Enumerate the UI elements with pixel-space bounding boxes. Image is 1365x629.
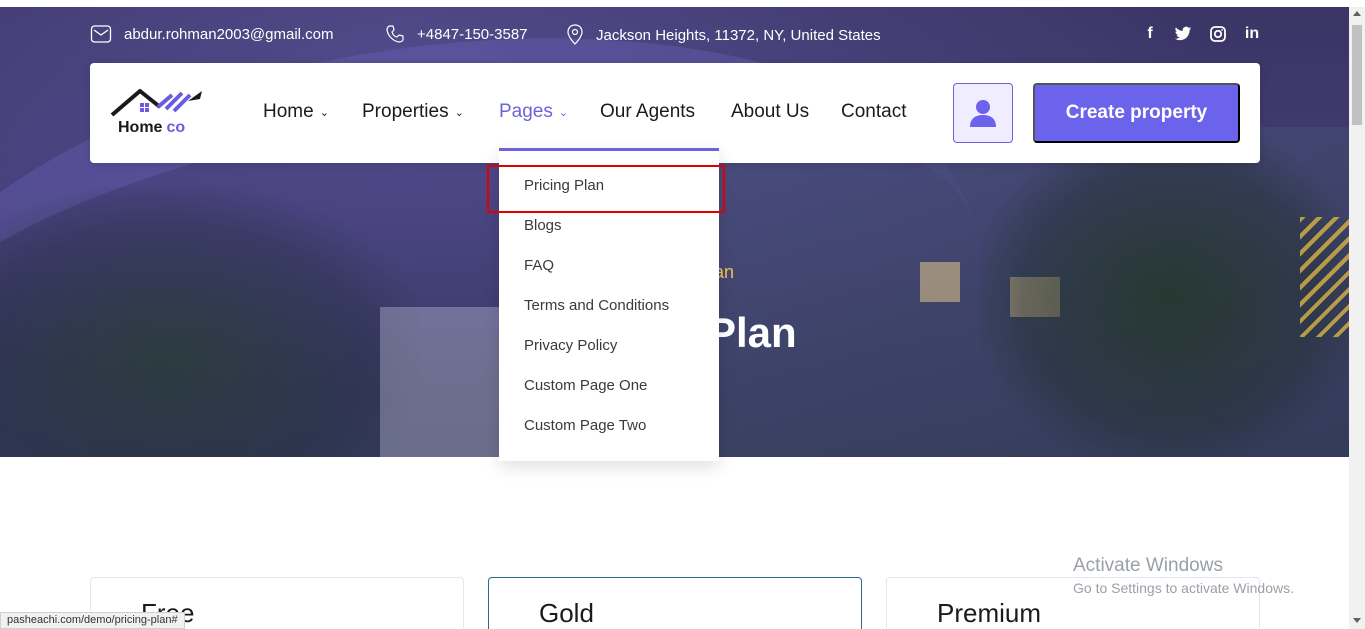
logo-house-icon	[110, 89, 202, 117]
browser-top-strip	[0, 0, 1365, 7]
mail-icon	[90, 25, 112, 43]
dropdown-item-privacy-policy[interactable]: Privacy Policy	[524, 337, 617, 354]
highlight-annotation-box	[487, 165, 725, 213]
nav-about-us[interactable]: About Us	[731, 101, 809, 123]
contact-address-text: Jackson Heights, 11372, NY, United State…	[596, 26, 881, 44]
activate-windows-subtitle: Go to Settings to activate Windows.	[1073, 580, 1294, 596]
logo-text-accent: co	[166, 119, 186, 136]
pricing-card-gold: Gold	[488, 577, 862, 629]
page-scrollbar[interactable]	[1349, 7, 1365, 629]
linkedin-glyph: in	[1244, 25, 1260, 42]
nav-contact[interactable]: Contact	[841, 101, 906, 123]
scrollbar-thumb[interactable]	[1352, 25, 1362, 125]
hero-stripes-decoration	[1300, 217, 1349, 337]
nav-pages-label: Pages	[499, 101, 553, 122]
contact-address: Jackson Heights, 11372, NY, United State…	[566, 24, 881, 46]
logo-text-main: Home	[118, 119, 163, 136]
contact-email-text: abdur.rohman2003@gmail.com	[124, 25, 334, 43]
browser-status-url: pasheachi.com/demo/pricing-plan#	[0, 612, 185, 629]
chevron-down-icon: ⌄	[558, 106, 569, 119]
facebook-icon[interactable]: f	[1140, 24, 1160, 44]
hero-trees-right	[980, 127, 1349, 457]
nav-pages[interactable]: Pages ⌄	[499, 101, 568, 123]
nav-home-label: Home	[263, 101, 314, 122]
nav-properties[interactable]: Properties ⌄	[362, 101, 464, 123]
hero-title: Plan	[708, 309, 797, 356]
instagram-icon[interactable]	[1208, 24, 1228, 44]
create-property-button[interactable]: Create property	[1033, 83, 1240, 143]
nav-home[interactable]: Home ⌄	[263, 101, 329, 123]
dropdown-item-custom-page-two[interactable]: Custom Page Two	[524, 417, 646, 434]
scroll-down-arrow-icon[interactable]	[1353, 618, 1361, 623]
dropdown-item-custom-page-one[interactable]: Custom Page One	[524, 377, 647, 394]
nav-properties-label: Properties	[362, 101, 449, 122]
contact-email[interactable]: abdur.rohman2003@gmail.com	[90, 24, 334, 44]
scroll-up-arrow-icon[interactable]	[1353, 11, 1361, 16]
dropdown-item-terms[interactable]: Terms and Conditions	[524, 297, 669, 314]
linkedin-icon[interactable]: in	[1242, 24, 1262, 44]
chevron-down-icon: ⌄	[454, 106, 464, 119]
contact-phone-text: +4847-150-3587	[417, 25, 528, 43]
nav-about-us-label: About Us	[731, 101, 810, 122]
hero-window	[920, 262, 960, 302]
chevron-down-icon: ⌄	[319, 106, 329, 119]
dropdown-item-faq[interactable]: FAQ	[524, 257, 554, 274]
phone-icon	[386, 25, 404, 43]
nav-contact-label: Contact	[841, 101, 907, 122]
nav-our-agents-label: Our Agents	[600, 101, 696, 122]
hero-trees-left	[0, 187, 420, 457]
location-pin-icon	[567, 24, 583, 45]
contact-phone[interactable]: +4847-150-3587	[385, 24, 528, 44]
pricing-card-title: Premium	[937, 598, 1042, 628]
pricing-card-title: Gold	[539, 598, 594, 628]
nav-our-agents[interactable]: Our Agents	[600, 101, 695, 123]
logo-text: Home co	[118, 119, 185, 137]
facebook-glyph: f	[1147, 25, 1153, 42]
user-icon	[970, 100, 996, 127]
twitter-icon[interactable]	[1173, 24, 1193, 44]
activate-windows-title: Activate Windows	[1073, 555, 1223, 576]
site-logo[interactable]: Home co	[110, 87, 210, 139]
dropdown-item-blogs[interactable]: Blogs	[524, 217, 562, 234]
contact-bar: abdur.rohman2003@gmail.com +4847-150-358…	[0, 7, 1349, 63]
user-account-button[interactable]	[953, 83, 1013, 143]
